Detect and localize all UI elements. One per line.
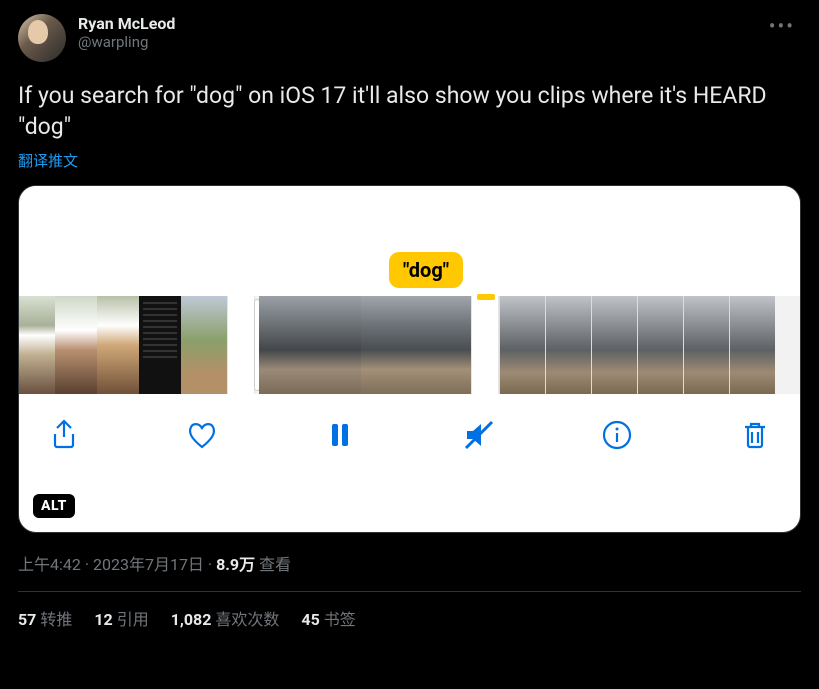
likes-stat[interactable]: 1,082喜欢次数 [171,606,280,630]
thumbnail [55,296,97,394]
clip-gap [227,296,255,394]
divider [18,591,801,592]
thumbnail [181,296,227,394]
retweets-label: 转推 [40,610,72,629]
clip-group-2 [255,296,471,394]
thumbnail [683,296,729,394]
clip-group-3 [499,296,775,394]
thumbnail [545,296,591,394]
likes-count: 1,082 [171,610,212,629]
thumbnail [139,296,181,394]
tweet-text: If you search for "dog" on iOS 17 it'll … [18,80,801,142]
thumbnail [637,296,683,394]
retweets-stat[interactable]: 57转推 [18,606,72,630]
tweet-header: Ryan McLeod @warpling ••• [18,14,801,62]
bookmarks-label: 书签 [324,610,356,629]
info-icon[interactable] [600,418,634,452]
media-top-space [19,186,800,250]
clip-gap [471,296,499,394]
translate-link[interactable]: 翻译推文 [18,150,801,171]
author-names[interactable]: Ryan McLeod @warpling [78,14,763,51]
thumbnail [19,296,55,394]
tweet-meta: 上午4:42 · 2023年7月17日 · 8.9万 查看 [18,551,801,575]
share-icon[interactable] [47,418,81,452]
media-card[interactable]: "dog" [18,185,801,533]
quotes-count: 12 [94,610,112,629]
tweet-time[interactable]: 上午4:42 [18,555,81,574]
quotes-label: 引用 [117,610,149,629]
retweets-count: 57 [18,610,36,629]
avatar[interactable] [18,14,66,62]
mute-icon[interactable] [462,418,496,452]
tweet-container: Ryan McLeod @warpling ••• If you search … [0,0,819,642]
filmstrip[interactable] [19,296,800,394]
more-icon[interactable]: ••• [763,14,801,38]
thumbnail [729,296,775,394]
heart-icon[interactable] [185,418,219,452]
thumbnail [259,296,361,394]
alt-badge[interactable]: ALT [33,494,75,518]
tweet-date[interactable]: 2023年7月17日 [93,555,204,574]
stats-row: 57转推 12 引用 1,082喜欢次数 45 书签 [18,606,801,642]
media-toolbar [19,394,800,482]
trash-icon[interactable] [738,418,772,452]
thumbnail [499,296,545,394]
pause-icon[interactable] [323,418,357,452]
clip-group-1 [19,296,227,394]
quotes-stat[interactable]: 12 引用 [94,606,148,630]
views-count[interactable]: 8.9万 [216,555,255,574]
thumbnail [361,296,471,394]
handle: @warpling [78,33,763,51]
thumbnail [591,296,637,394]
thumbnail [97,296,139,394]
likes-label: 喜欢次数 [215,610,279,629]
caption-marker [477,294,495,300]
bookmarks-count: 45 [301,610,319,629]
caption-row: "dog" [19,250,800,296]
display-name: Ryan McLeod [78,14,763,33]
bookmarks-stat[interactable]: 45 书签 [301,606,355,630]
views-label: 查看 [259,555,291,574]
caption-badge: "dog" [389,252,463,288]
